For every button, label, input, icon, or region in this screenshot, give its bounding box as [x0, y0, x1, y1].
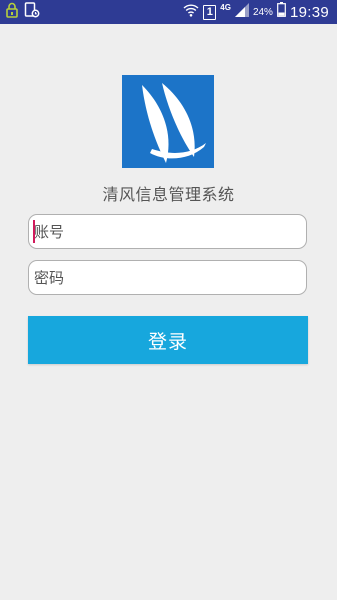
battery-percent: 24% — [252, 6, 273, 18]
text-cursor — [33, 220, 35, 243]
account-input[interactable] — [28, 214, 307, 249]
app-notification-icon — [24, 1, 40, 23]
clock: 19:39 — [289, 3, 329, 21]
app-title: 清风信息管理系统 — [102, 185, 235, 204]
status-bar: 1 4G 24% 19:39 — [0, 0, 337, 24]
password-input[interactable] — [28, 260, 307, 295]
network-type-label: 4G — [220, 2, 231, 12]
status-bar-left — [6, 1, 40, 23]
status-bar-right: 1 4G 24% 19:39 — [183, 0, 329, 24]
sailboat-logo-icon — [142, 83, 206, 163]
battery-icon — [277, 2, 286, 22]
wifi-icon — [183, 3, 199, 22]
sim-1-icon: 1 — [203, 4, 217, 20]
login-button[interactable]: 登录 — [28, 316, 308, 364]
app-logo — [122, 75, 214, 168]
lock-icon — [6, 2, 18, 23]
cell-signal-icon — [234, 2, 249, 22]
